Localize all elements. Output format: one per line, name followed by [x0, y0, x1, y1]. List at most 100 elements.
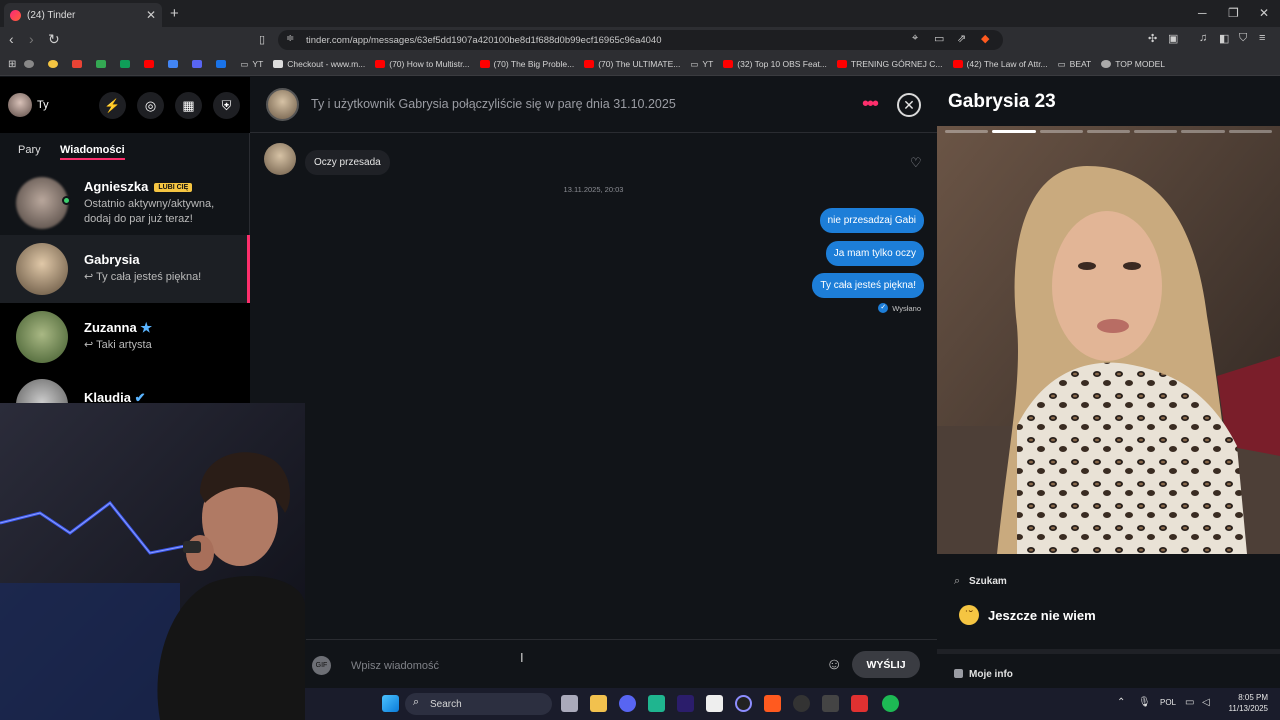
photo-progress-segment[interactable]	[992, 130, 1036, 133]
sidebar-toggle-icon[interactable]: ◧	[1219, 32, 1229, 45]
app-icon[interactable]	[648, 695, 665, 712]
language-indicator[interactable]: POL	[1160, 698, 1176, 707]
profile-photo[interactable]	[937, 126, 1280, 554]
bookmark-beat[interactable]: ▭ BEAT	[1058, 59, 1092, 70]
tab-matches[interactable]: Pary	[18, 144, 41, 156]
vpn-icon[interactable]: ⛉	[1239, 32, 1247, 45]
terminal-icon[interactable]	[822, 695, 839, 712]
extensions-icon[interactable]: ✣	[1148, 32, 1157, 45]
network-icon[interactable]: ▭	[1185, 697, 1194, 708]
tray-overflow-icon[interactable]: ⌃	[1117, 697, 1125, 708]
conversation-item-gabrysia[interactable]: Gabrysia ↩ Ty cała jesteś piękna!	[0, 235, 250, 303]
brave-icon[interactable]	[764, 695, 781, 712]
bookmark-meet[interactable]	[192, 60, 206, 68]
bookmark-drive[interactable]	[96, 60, 110, 68]
message-timestamp: 13.11.2025, 20:03	[563, 185, 624, 194]
start-icon[interactable]	[382, 695, 399, 712]
obs-icon[interactable]	[735, 695, 752, 712]
clock[interactable]: 8:05 PM 11/13/2025	[1229, 692, 1268, 714]
close-tab-icon[interactable]: ✕	[146, 8, 156, 22]
reload-icon[interactable]: ↻	[48, 31, 60, 48]
photo-progress-segment[interactable]	[1228, 130, 1272, 133]
gmail-icon	[72, 60, 83, 68]
steam-icon[interactable]	[793, 695, 810, 712]
minimize-icon[interactable]: ─	[1198, 6, 1207, 20]
location-icon[interactable]: ⌖	[912, 32, 918, 45]
discord-icon[interactable]	[619, 695, 636, 712]
forward-icon[interactable]: ›	[29, 31, 34, 47]
bookmark-law[interactable]: (42) The Law of Attr...	[952, 59, 1048, 69]
photo-progress-segment[interactable]	[1086, 130, 1131, 133]
bookmark-top-model[interactable]: TOP MODEL	[1101, 59, 1165, 69]
task-view-icon[interactable]	[561, 695, 578, 712]
cast-icon[interactable]: ▭	[934, 32, 944, 45]
page-icon	[273, 60, 284, 68]
folder-icon: ▭	[1057, 58, 1066, 69]
bookmark-folder-2[interactable]: ▭ YT	[690, 59, 713, 70]
briefcase-icon[interactable]: ▦	[175, 92, 202, 119]
bookmark-ultimate[interactable]: (70) The ULTIMATE...	[584, 59, 680, 69]
emoji-icon[interactable]: ☺	[826, 656, 842, 674]
share-icon[interactable]: ⇗	[957, 32, 966, 45]
more-options-icon[interactable]: •••	[862, 93, 879, 116]
restore-icon[interactable]: ❐	[1228, 6, 1239, 20]
message-input[interactable]	[351, 657, 771, 675]
url-field[interactable]: ≑ tinder.com/app/messages/63ef5dd1907a42…	[278, 30, 1003, 50]
apps-grid-icon[interactable]: ⊞	[8, 59, 16, 70]
file-explorer-icon[interactable]	[590, 695, 607, 712]
bookmark-multistream[interactable]: (70) How to Multistr...	[375, 59, 470, 69]
bookmark-sheets[interactable]	[120, 60, 134, 68]
conversation-item-agnieszka[interactable]: Agnieszka LUBI CIĘ Ostatnio aktywny/aktyw…	[0, 169, 250, 237]
conversation-item-zuzanna[interactable]: Zuzanna ★ ↩ Taki artysta	[0, 303, 250, 371]
music-icon[interactable]: ♫	[1199, 32, 1207, 44]
bookmark-gmail[interactable]	[72, 60, 86, 68]
browser-tab-bar: (24) Tinder ✕ + ─ ❐ ✕	[0, 0, 1280, 27]
premiere-icon[interactable]	[677, 695, 694, 712]
bookmark-apple[interactable]	[24, 60, 38, 68]
recorder-icon[interactable]	[851, 695, 868, 712]
wallet-icon[interactable]: ▣	[1168, 32, 1178, 45]
close-window-icon[interactable]: ✕	[1259, 6, 1269, 20]
site-settings-icon[interactable]: ≑	[286, 33, 294, 44]
brave-shield-icon[interactable]: ◆	[981, 32, 989, 45]
my-profile-label[interactable]: Ty	[37, 99, 49, 111]
photo-progress-segment[interactable]	[1134, 130, 1178, 133]
profile-panel: Gabrysia 23 ⌕ Szukam ˙˘ Jeszcze nie wiem…	[937, 77, 1280, 688]
bookmark-checkout[interactable]: Checkout - www.m...	[273, 59, 365, 69]
bookmark-docs[interactable]	[168, 60, 182, 68]
folder-icon: ▭	[690, 58, 699, 69]
taskbar-search[interactable]: ⌕ Search	[405, 693, 552, 715]
bookmark-obs[interactable]: (32) Top 10 OBS Feat...	[723, 59, 827, 69]
send-button[interactable]: WYŚLIJ	[852, 651, 920, 678]
bookmark-youtube[interactable]	[144, 60, 158, 68]
capcut-icon[interactable]	[706, 695, 723, 712]
safety-shield-icon[interactable]: ⛨	[213, 92, 240, 119]
photo-progress-segment[interactable]	[1039, 130, 1083, 133]
spotify-icon[interactable]	[882, 695, 899, 712]
volume-icon[interactable]: ◁	[1202, 697, 1210, 708]
new-tab-icon[interactable]: +	[170, 5, 179, 22]
webcam-overlay	[0, 403, 305, 720]
sidebar-header: Ty ⚡ ◎ ▦ ⛨	[0, 77, 250, 133]
bookmark-smile[interactable]	[48, 60, 62, 68]
tab-messages[interactable]: Wiadomości	[60, 144, 125, 160]
my-avatar[interactable]	[8, 93, 32, 117]
close-chat-button[interactable]: ✕	[897, 93, 921, 117]
match-avatar[interactable]	[266, 88, 299, 121]
bookmark-trening[interactable]: TRENING GÓRNEJ C...	[836, 59, 943, 69]
explore-icon[interactable]: ◎	[137, 92, 164, 119]
like-message-heart-icon[interactable]: ♡	[910, 155, 922, 171]
boost-icon[interactable]: ⚡	[99, 92, 126, 119]
bookmark-d[interactable]	[216, 60, 230, 68]
photo-progress-segment[interactable]	[1181, 130, 1225, 133]
bookmark-icon[interactable]: ▯	[259, 33, 265, 46]
microphone-icon[interactable]: 🎙	[1138, 697, 1151, 708]
browser-tab[interactable]: (24) Tinder ✕	[4, 3, 162, 27]
gif-button[interactable]: GIF	[312, 656, 331, 675]
menu-icon[interactable]: ≡	[1259, 32, 1265, 44]
bookmark-big-problem[interactable]: (70) The Big Proble...	[479, 59, 574, 69]
back-icon[interactable]: ‹	[9, 31, 14, 47]
search-icon: ⌕	[413, 696, 420, 708]
photo-progress-segment[interactable]	[945, 130, 989, 133]
bookmark-folder-1[interactable]: ▭ YT	[240, 59, 263, 70]
